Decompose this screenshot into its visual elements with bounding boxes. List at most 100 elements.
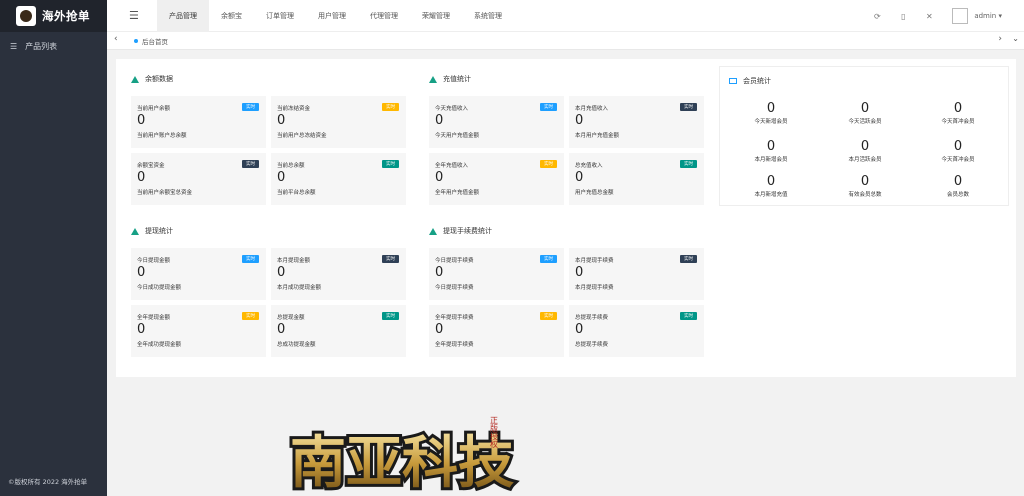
panel-recharge: 充值统计 [429,73,471,85]
status-badge: 实时 [382,160,399,168]
card-label: 全年提现金额 [137,315,171,321]
member-stat: 0 有效会员总数 [820,174,910,198]
member-stat: 0 今天首冲会员 [913,139,1003,163]
stat-label: 本月新增会员 [754,157,788,163]
card-subtitle: 总提现手续费 [575,342,609,348]
stat-card: 总提现金额 实时 0 总成功提现金额 [271,305,406,357]
warning-icon [429,75,437,83]
user-menu[interactable]: admin ▾ [974,12,1002,20]
status-badge: 实时 [540,255,557,263]
card-subtitle: 总成功提现金额 [277,342,316,348]
card-subtitle: 全年成功提现金额 [137,342,182,348]
menu-toggle-icon[interactable]: ☰ [129,9,139,22]
logo-icon [16,6,36,26]
panel-title: 充值统计 [429,73,471,85]
list-icon: ☰ [10,41,18,51]
sidebar-item-product-list[interactable]: ☰ 产品列表 [0,34,107,58]
member-stat: 0 本月活跃会员 [820,139,910,163]
status-badge: 实时 [382,103,399,111]
stat-card: 全年提现金额 实时 0 全年成功提现金额 [131,305,266,357]
tab-prev-icon[interactable]: ‹ [114,34,118,44]
panel-title-text: 提现手续费统计 [443,227,492,235]
card-value: 0 [137,170,146,185]
card-value: 0 [277,265,286,280]
status-badge: 实时 [242,255,259,263]
panel-title-text: 充值统计 [443,75,471,83]
tab-next-icon[interactable]: › [998,34,1002,44]
card-value: 0 [435,170,444,185]
status-badge: 实时 [540,312,557,320]
active-dot-icon [134,39,138,43]
card-label: 总提现手续费 [575,315,609,321]
warning-icon [429,227,437,235]
warning-icon [131,75,139,83]
card-subtitle: 今日提现手续费 [435,285,474,291]
card-subtitle: 当前用户总冻结资金 [277,133,327,139]
stat-value: 0 [860,101,870,116]
chevron-down-icon: ▾ [998,12,1002,20]
panel-title-text: 余额数据 [145,75,173,83]
panel-title: 提现统计 [131,225,173,237]
card-label: 当前用户余额 [137,106,171,112]
card-label: 全年提现手续费 [435,315,474,321]
stat-label: 今天活跃会员 [848,119,882,125]
warning-icon [131,227,139,235]
tab-home[interactable]: 后台首页 [134,36,168,46]
card-value: 0 [277,322,286,337]
card-value: 0 [137,265,146,280]
panel-title: 余额数据 [131,73,173,85]
nav-item-yuebao[interactable]: 余额宝 [209,0,254,32]
card-label: 总提现金额 [277,315,305,321]
fullscreen-icon[interactable]: ✕ [916,12,942,21]
user-name: admin [974,12,997,20]
card-label: 今天充值收入 [435,106,469,112]
stat-card: 总提现手续费 实时 0 总提现手续费 [569,305,704,357]
nav-item-system[interactable]: 系统管理 [462,0,514,32]
member-stat: 0 会员总数 [913,174,1003,198]
nav-item-users[interactable]: 用户管理 [306,0,358,32]
status-badge: 实时 [382,255,399,263]
nav-item-orders[interactable]: 订单管理 [254,0,306,32]
card-subtitle: 当前用户余额宝总资金 [137,190,193,196]
card-value: 0 [435,322,444,337]
watermark-tag: 正版授权 [490,416,499,449]
stat-card: 今日提现手续费 实时 0 今日提现手续费 [429,248,564,300]
stat-label: 今天首冲会员 [941,157,975,163]
card-value: 0 [137,113,146,128]
card-value: 0 [435,265,444,280]
tab-menu-chevron-icon[interactable]: ⌄ [1012,34,1019,43]
card-label: 本月提现金额 [277,258,311,264]
header-tools: ⟳ ▯ ✕ admin ▾ [864,0,1024,32]
top-header: ☰ 产品管理 余额宝 订单管理 用户管理 代理管理 荣耀管理 系统管理 ⟳ ▯ … [107,0,1024,32]
stat-card: 全年充值收入 实时 0 全年用户充值金额 [429,153,564,205]
card-value: 0 [277,170,286,185]
stat-card: 余额宝资金 实时 0 当前用户余额宝总资金 [131,153,266,205]
status-badge: 实时 [242,312,259,320]
member-stat: 0 本月新增会员 [726,139,816,163]
nav-item-honor[interactable]: 荣耀管理 [410,0,462,32]
stat-card: 当前总余额 实时 0 当前平台总余额 [271,153,406,205]
stat-label: 本月新增充值 [754,192,788,198]
card-label: 当前冻结资金 [277,106,311,112]
stat-label: 有效会员总数 [848,192,882,198]
stat-value: 0 [860,174,870,189]
refresh-icon[interactable]: ⟳ [864,12,890,21]
watermark-text: 南亚科技 [290,430,514,496]
copyright-footer: ©版权所有 2022 海外抢单 [8,478,88,486]
member-stat: 0 本月新增充值 [726,174,816,198]
stat-label: 本月活跃会员 [848,157,882,163]
tab-bar: ‹ 后台首页 › ⌄ [107,32,1024,50]
avatar[interactable] [952,8,969,24]
status-badge: 实时 [680,160,697,168]
stat-value: 0 [766,101,776,116]
lock-icon[interactable]: ▯ [890,12,916,21]
stat-card: 今天充值收入 实时 0 今天用户充值金额 [429,96,564,148]
card-subtitle: 当前平台总余额 [277,190,316,196]
card-subtitle: 用户充值总金额 [575,190,614,196]
nav-item-product[interactable]: 产品管理 [157,0,209,32]
card-label: 本月充值收入 [575,106,609,112]
card-label: 当前总余额 [277,163,305,169]
nav-item-agents[interactable]: 代理管理 [358,0,410,32]
card-subtitle: 全年提现手续费 [435,342,474,348]
panel-title-text: 会员统计 [743,77,771,85]
